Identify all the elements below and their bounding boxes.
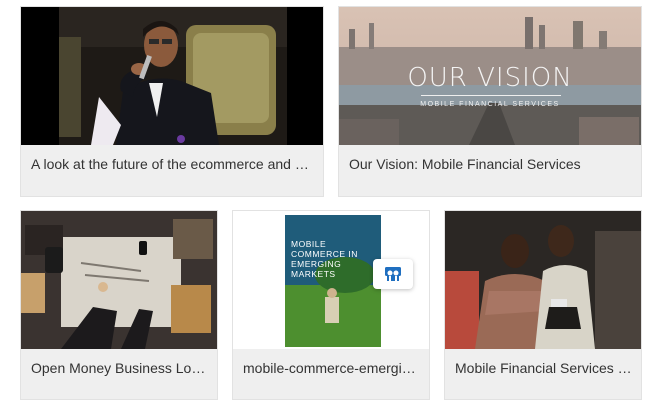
thumbnail-desk[interactable]	[21, 211, 217, 349]
card-our-vision[interactable]: OUR VISION MOBILE FINANCIAL SERVICES Our…	[338, 6, 642, 197]
card-open-money[interactable]: Open Money Business Logic	[20, 210, 218, 400]
cover-image	[285, 215, 381, 347]
thumbnail-document[interactable]: MOBILE COMMERCE IN EMERGING MARKETS	[233, 211, 429, 349]
vision-overlay-divider	[421, 95, 561, 96]
thumbnail-market[interactable]	[445, 211, 641, 349]
card-caption[interactable]: mobile-commerce-emerging-markets	[243, 360, 421, 376]
document-cover: MOBILE COMMERCE IN EMERGING MARKETS	[285, 215, 381, 347]
desk-image	[21, 211, 217, 349]
card-mfs-africa[interactable]: Mobile Financial Services - Africa	[444, 210, 642, 400]
slideshare-icon	[385, 267, 401, 281]
thumbnail-city[interactable]: OUR VISION MOBILE FINANCIAL SERVICES	[339, 7, 641, 145]
vision-overlay-subtitle: MOBILE FINANCIAL SERVICES	[420, 101, 560, 108]
speaker-image	[21, 7, 323, 145]
card-caption[interactable]: A look at the future of the ecommerce an…	[31, 156, 315, 172]
card-ecommerce-future[interactable]: A look at the future of the ecommerce an…	[20, 6, 324, 197]
thumbnail-speaker[interactable]	[21, 7, 323, 145]
card-mobile-commerce[interactable]: MOBILE COMMERCE IN EMERGING MARKETS mobi…	[232, 210, 430, 400]
card-caption[interactable]: Our Vision: Mobile Financial Services	[349, 156, 633, 172]
market-image	[445, 211, 641, 349]
document-cover-title: MOBILE COMMERCE IN EMERGING MARKETS	[291, 239, 358, 279]
card-caption[interactable]: Mobile Financial Services - Africa	[455, 360, 633, 376]
slideshare-badge[interactable]	[373, 259, 413, 289]
vision-overlay-title: OUR VISION	[407, 63, 573, 93]
card-caption[interactable]: Open Money Business Logic	[31, 360, 209, 376]
